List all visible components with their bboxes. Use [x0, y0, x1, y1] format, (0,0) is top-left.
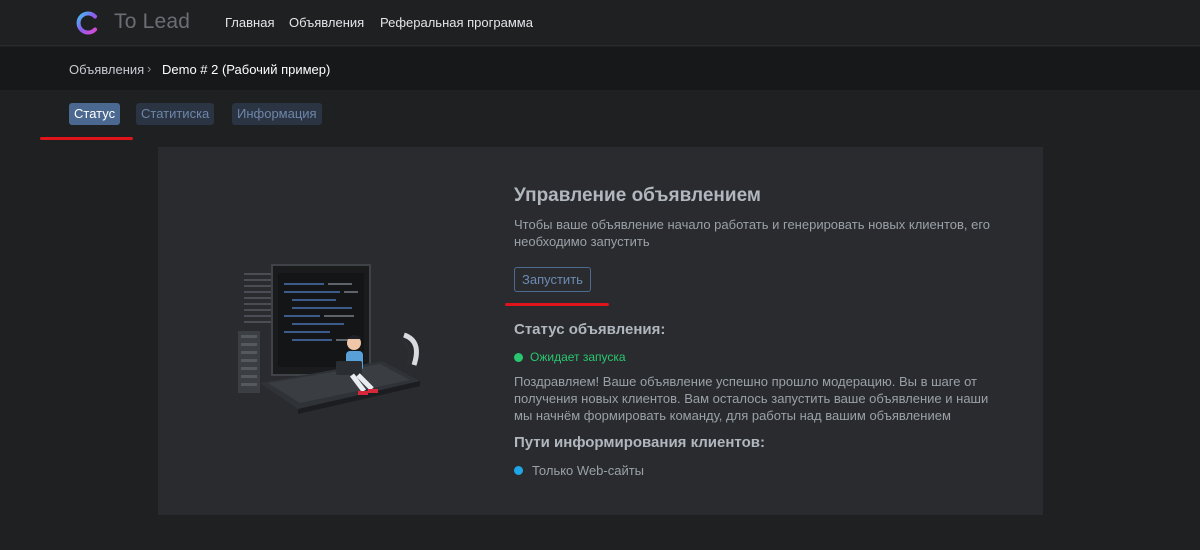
path-label: Только Web-сайты [532, 463, 645, 478]
top-navigation: To Lead Главная Объявления Реферальная п… [0, 0, 1200, 46]
panel-description: Чтобы ваше объявление начало работать и … [514, 217, 991, 249]
paths-heading: Пути информирования клиентов: [514, 434, 765, 451]
developer-illustration [238, 264, 420, 414]
highlight-underline-tab [40, 137, 133, 140]
nav-ads[interactable]: Объявления [289, 15, 364, 30]
tab-statistics[interactable]: Статитиска [136, 103, 215, 125]
nav-referral[interactable]: Реферальная программа [380, 15, 533, 30]
status-badge: Ожидает запуска [514, 349, 626, 365]
path-item: Только Web-сайты [514, 462, 644, 479]
ad-management-panel: Управление объявлением Чтобы ваше объявл… [158, 147, 1043, 515]
status-dot-icon [514, 352, 523, 362]
breadcrumb-current: Demo # 2 (Рабочий пример) [162, 62, 331, 77]
status-heading: Статус объявления: [514, 321, 666, 338]
nav-home[interactable]: Главная [225, 15, 274, 30]
status-text: Ожидает запуска [530, 350, 626, 364]
moderation-message: Поздравляем! Ваше объявление успешно про… [514, 374, 989, 423]
path-dot-icon [514, 466, 523, 475]
breadcrumb: Объявления › Demo # 2 (Рабочий пример) [0, 47, 1200, 90]
tab-status[interactable]: Статус [69, 103, 121, 125]
tab-information[interactable]: Информация [232, 103, 322, 125]
to-lead-logo-icon[interactable] [74, 9, 102, 37]
panel-title: Управление объявлением [514, 185, 761, 206]
breadcrumb-ads[interactable]: Объявления [69, 62, 144, 77]
launch-button[interactable]: Запустить [514, 267, 591, 292]
brand-name[interactable]: To Lead [114, 10, 190, 34]
chevron-right-icon: › [147, 61, 152, 76]
highlight-underline-button [505, 303, 609, 306]
